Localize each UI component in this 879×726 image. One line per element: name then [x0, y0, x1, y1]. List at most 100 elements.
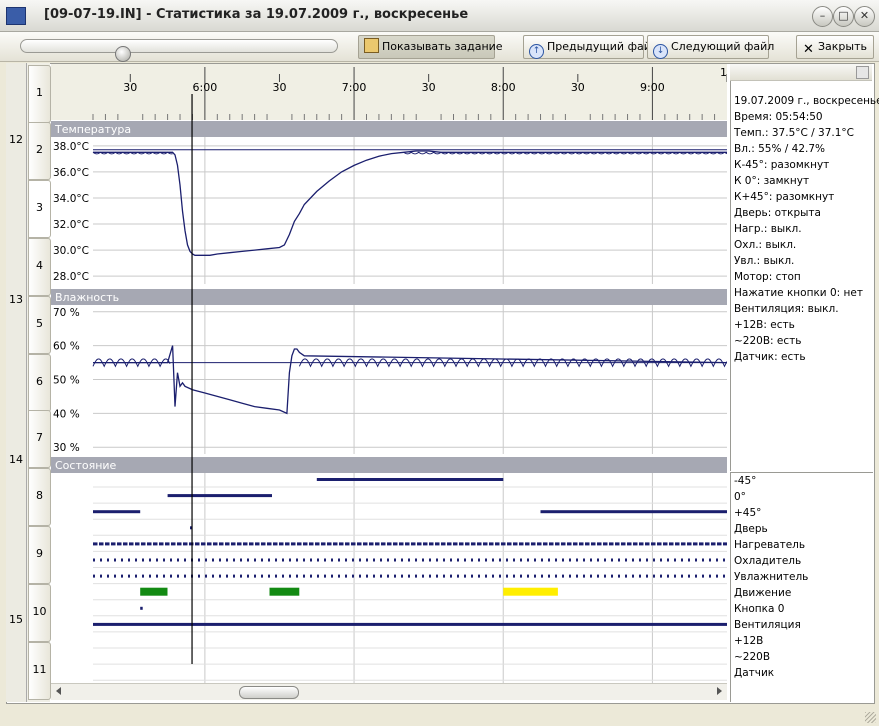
- state-pulse-5: [296, 558, 298, 562]
- timeline-tick-label: 7:00: [342, 81, 367, 94]
- state-pulse-4: [207, 542, 212, 546]
- row-tab-label: 11: [32, 663, 47, 676]
- state-pulse-5: [380, 558, 382, 562]
- state-pulse-5: [548, 558, 550, 562]
- state-pulse-4: [363, 542, 368, 546]
- row-tab-label: 5: [36, 317, 43, 330]
- state-pulse-4: [189, 542, 194, 546]
- state-pulse-4: [579, 542, 584, 546]
- state-pulse-4: [669, 542, 674, 546]
- timeline-tick-label: 1: [720, 66, 727, 79]
- state-segment-9: [93, 622, 727, 626]
- state-pulse-4: [183, 542, 188, 546]
- y-tick-label: 36.0°C: [53, 167, 89, 179]
- horizontal-scrollbar[interactable]: [51, 683, 727, 700]
- section-header-temp: [51, 121, 727, 137]
- prev-file-button[interactable]: ↑ Предыдущий файл: [523, 35, 658, 59]
- show-task-button[interactable]: Показывать задание: [358, 35, 503, 59]
- state-pulse-6: [366, 574, 368, 578]
- info-line: Вентиляция: выкл.: [734, 303, 839, 315]
- scroll-thumb[interactable]: [239, 686, 299, 699]
- state-pulse-4: [411, 542, 416, 546]
- state-pulse-5: [317, 558, 319, 562]
- row-tab-label: 4: [36, 259, 43, 272]
- state-pulse-5: [576, 558, 578, 562]
- state-pulse-4: [141, 542, 146, 546]
- row-tab-10[interactable]: 10: [28, 584, 51, 642]
- state-pulse-4: [471, 542, 476, 546]
- state-pulse-4: [165, 542, 170, 546]
- close-button[interactable]: ✕ Закрыть: [796, 35, 874, 59]
- minimize-icon[interactable]: –: [812, 6, 833, 27]
- state-pulse-4: [213, 542, 218, 546]
- scroll-left-icon[interactable]: [56, 687, 61, 695]
- maximize-icon[interactable]: □: [833, 6, 854, 27]
- state-pulse-4: [225, 542, 230, 546]
- resize-grip-icon[interactable]: [865, 712, 876, 723]
- info-line: Мотор: стоп: [734, 271, 801, 283]
- y-tick-label: 30 %: [53, 442, 80, 454]
- state-pulse-6: [632, 574, 634, 578]
- state-pulse-4: [705, 542, 710, 546]
- info-line: Охл.: выкл.: [734, 239, 797, 251]
- state-pulse-6: [296, 574, 298, 578]
- y-tick-label: 30.0°C: [53, 245, 89, 257]
- legend-item: Охладитель: [734, 555, 802, 567]
- legend-item: +12В: [734, 635, 764, 647]
- state-pulse-4: [309, 542, 314, 546]
- panel-toggle-icon[interactable]: [856, 66, 869, 79]
- row-tab-4[interactable]: 4: [28, 238, 51, 296]
- state-pulse-5: [639, 558, 641, 562]
- slider-thumb[interactable]: [115, 46, 131, 62]
- app-icon[interactable]: [6, 7, 26, 25]
- timeline-axis: [51, 64, 727, 120]
- row-tab-1[interactable]: 1: [28, 65, 51, 123]
- row-tab-11[interactable]: 11: [28, 642, 51, 700]
- state-pulse-6: [373, 574, 375, 578]
- state-pulse-6: [709, 574, 711, 578]
- next-file-button[interactable]: ↓ Следующий файл: [647, 35, 774, 59]
- state-pulse-4: [615, 542, 620, 546]
- state-pulse-5: [121, 558, 123, 562]
- state-pulse-4: [549, 542, 554, 546]
- state-pulse-6: [324, 574, 326, 578]
- state-pulse-5: [100, 558, 102, 562]
- state-pulse-6: [520, 574, 522, 578]
- row-tab-2[interactable]: 2: [28, 122, 51, 180]
- state-pulse-5: [401, 558, 403, 562]
- state-pulse-5: [597, 558, 599, 562]
- state-pulse-5: [345, 558, 347, 562]
- state-pulse-5: [331, 558, 333, 562]
- row-tab-3[interactable]: 3: [28, 180, 51, 238]
- state-pulse-4: [675, 542, 680, 546]
- scroll-right-icon[interactable]: [717, 687, 722, 695]
- timeline-tick-label: 30: [571, 81, 585, 94]
- state-pulse-6: [723, 574, 725, 578]
- state-pulse-4: [243, 542, 248, 546]
- state-pulse-4: [339, 542, 344, 546]
- show-task-label: Показывать задание: [382, 40, 503, 53]
- status-bar: [0, 704, 879, 726]
- state-pulse-4: [531, 542, 536, 546]
- row-tab-7[interactable]: 7: [28, 410, 51, 468]
- state-pulse-6: [583, 574, 585, 578]
- state-pulse-6: [128, 574, 130, 578]
- state-pulse-5: [275, 558, 277, 562]
- state-pulse-4: [645, 542, 650, 546]
- state-pulse-6: [485, 574, 487, 578]
- info-panel-header: [730, 64, 872, 81]
- time-slider[interactable]: [20, 39, 338, 62]
- row-tab-5[interactable]: 5: [28, 296, 51, 354]
- close-window-icon[interactable]: ✕: [854, 6, 875, 27]
- state-pulse-4: [681, 542, 686, 546]
- legend-item: -45°: [734, 475, 757, 487]
- state-pulse-6: [170, 574, 172, 578]
- state-pulse-5: [282, 558, 284, 562]
- state-pulse-4: [291, 542, 296, 546]
- row-tab-8[interactable]: 8: [28, 468, 51, 526]
- row-tab-6[interactable]: 6: [28, 354, 51, 412]
- y-tick-label: 28.0°C: [53, 271, 89, 283]
- row-tab-9[interactable]: 9: [28, 526, 51, 584]
- state-pulse-5: [219, 558, 221, 562]
- state-pulse-6: [198, 574, 200, 578]
